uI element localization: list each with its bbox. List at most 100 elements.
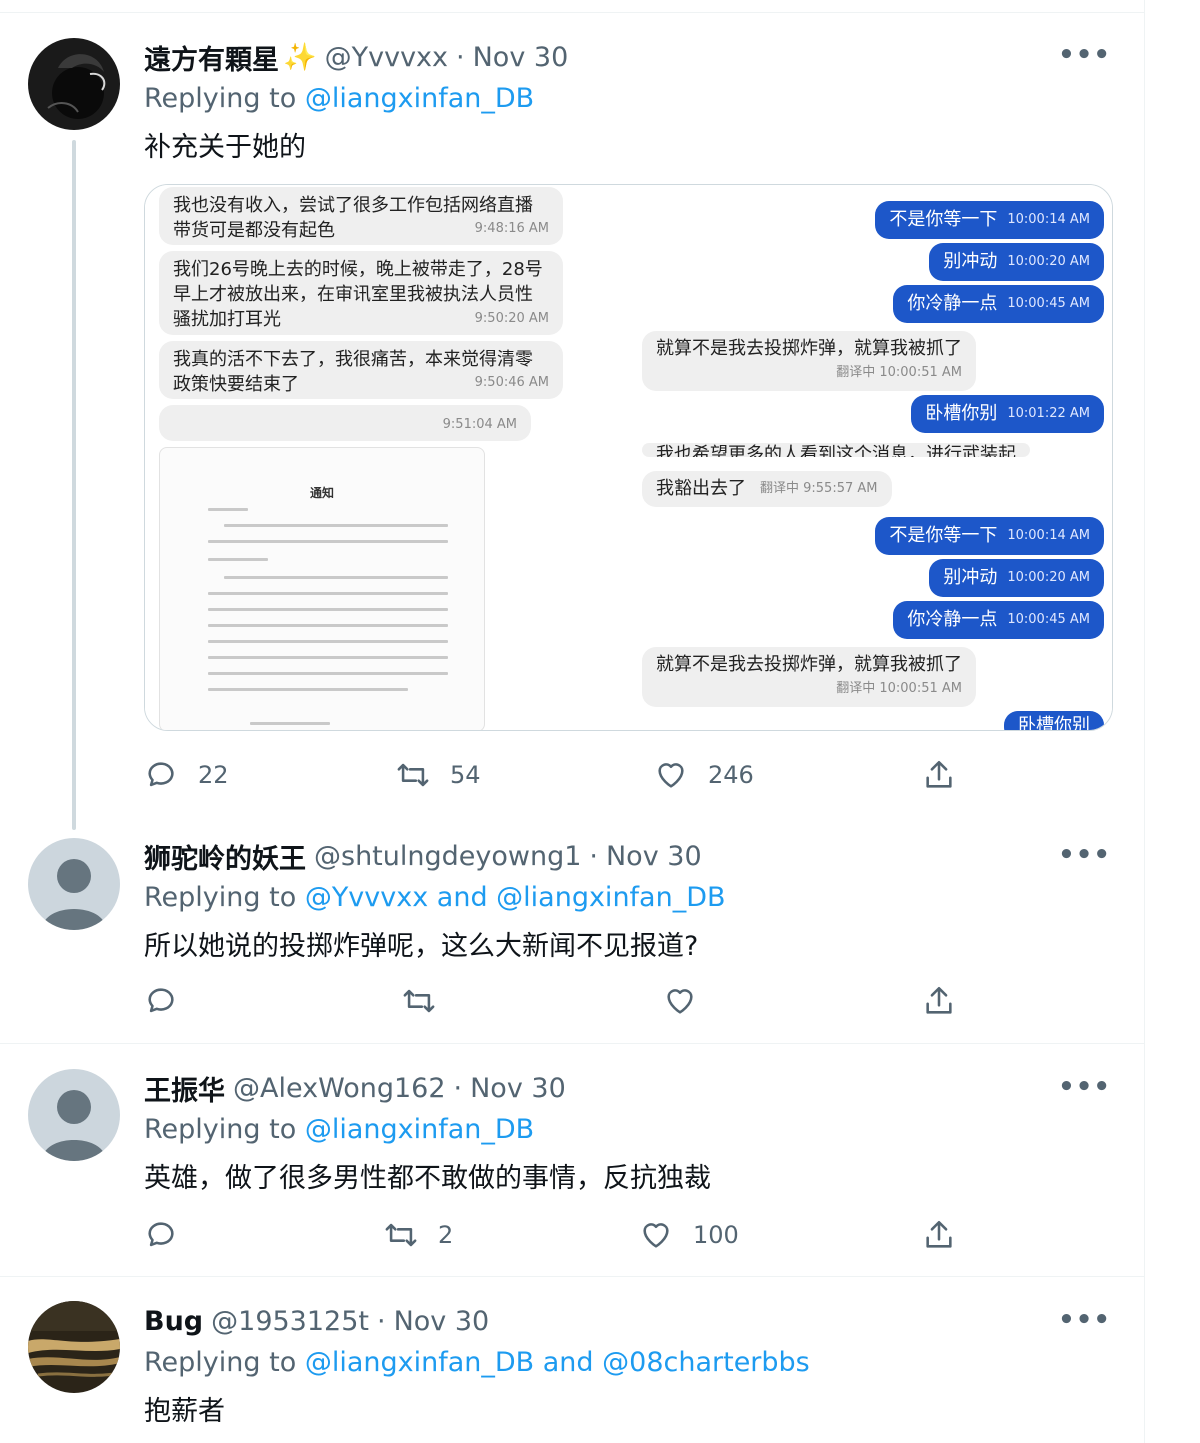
chat-text: 就算不是我去投掷炸弹，就算我被抓了	[656, 654, 962, 675]
chat-text: 你冷静一点	[907, 609, 998, 630]
like-button[interactable]: 100	[639, 1215, 739, 1255]
replying-to: Replying to @liangxinfan_DB	[144, 1114, 534, 1145]
user-handle[interactable]: @Yvvvxx	[325, 42, 448, 73]
tweet-actions: 2 100	[144, 1215, 964, 1255]
replying-to: Replying to @Yvvvxx and @liangxinfan_DB	[144, 882, 726, 913]
chat-time: 9:50:46 AM	[474, 375, 549, 390]
separator-dot: ·	[589, 840, 598, 872]
more-options-icon[interactable]: •••	[1058, 40, 1111, 70]
chat-time: 10:00:14 AM	[1007, 212, 1090, 227]
separator-dot: ·	[376, 1305, 386, 1337]
tweet-header: 遠方有顆星 ✨ @Yvvvxx · Nov 30	[144, 38, 569, 77]
share-icon	[926, 986, 952, 1014]
chat-message: 就算不是我去投掷炸弹，就算我被抓了 翻译中 10:00:51 AM	[642, 647, 976, 707]
reply-icon	[148, 1222, 174, 1247]
tweet-shtulngdeyowng1[interactable]: 狮驼岭的妖王 @shtulngdeyowng1 · Nov 30 ••• Rep…	[0, 830, 1145, 1043]
chat-text: 卧槽你别	[925, 403, 998, 424]
mention-link[interactable]: @liangxinfan_DB	[305, 1114, 534, 1145]
more-options-icon[interactable]: •••	[1058, 1305, 1111, 1335]
more-options-icon[interactable]: •••	[1058, 1072, 1111, 1102]
chat-message: 就算不是我去投掷炸弹，就算我被抓了 翻译中 10:00:51 AM	[642, 331, 976, 391]
like-icon	[667, 989, 693, 1014]
like-count: 246	[708, 761, 754, 789]
reply-icon	[148, 762, 174, 787]
display-name[interactable]: 狮驼岭的妖王	[144, 837, 306, 876]
replying-to: Replying to @liangxinfan_DB and @08chart…	[144, 1347, 810, 1378]
display-name[interactable]: 王振华	[144, 1069, 225, 1108]
chat-time: 9:50:20 AM	[474, 311, 549, 326]
tweet-1953125t[interactable]: Bug @1953125t · Nov 30 ••• Replying to @…	[0, 1277, 1145, 1443]
tweet-media-image[interactable]: 我也没有收入，尝试了很多工作包括网络直播 带货可是都没有起色 9:48:16 A…	[144, 184, 1113, 731]
retweet-button[interactable]: 54	[396, 755, 481, 795]
avatar[interactable]	[28, 838, 120, 930]
chat-text: 早上才被放出来，在审讯室里我被执法人员性	[173, 284, 533, 305]
reply-icon	[148, 988, 174, 1013]
display-name[interactable]: Bug	[144, 1306, 203, 1337]
chat-time: 10:00:20 AM	[1007, 254, 1090, 269]
chat-text: 别冲动	[943, 251, 998, 272]
chat-message: 我豁出去了 翻译中 9:55:57 AM	[642, 471, 892, 507]
share-button[interactable]	[922, 755, 956, 795]
tweet-actions: 22 54 246	[144, 755, 964, 795]
replying-to-label: Replying to	[144, 1347, 297, 1378]
tweet-alexwong162[interactable]: 王振华 @AlexWong162 · Nov 30 ••• Replying t…	[0, 1044, 1145, 1276]
chat-message: 我也没有收入，尝试了很多工作包括网络直播 带货可是都没有起色 9:48:16 A…	[159, 187, 563, 245]
reply-button[interactable]	[144, 981, 178, 1021]
thread-line	[72, 140, 76, 830]
mention-link[interactable]: @Yvvvxx and @liangxinfan_DB	[305, 882, 726, 913]
chat-screenshot-left: 我也没有收入，尝试了很多工作包括网络直播 带货可是都没有起色 9:48:16 A…	[145, 185, 615, 730]
replying-to-label: Replying to	[144, 83, 297, 114]
avatar[interactable]	[28, 1301, 120, 1393]
chat-time: 10:01:22 AM	[1007, 406, 1090, 421]
tweet-text: 抱薪者	[144, 1396, 225, 1427]
document-line	[208, 672, 448, 675]
avatar[interactable]	[28, 38, 120, 130]
like-icon	[658, 763, 684, 788]
reply-button[interactable]: 22	[144, 755, 229, 795]
document-line	[208, 608, 448, 611]
share-button[interactable]	[922, 981, 956, 1021]
avatar[interactable]	[28, 1069, 120, 1161]
chat-time: 翻译中 10:00:51 AM	[836, 365, 962, 380]
chat-text: 我真的活不下去了，我很痛苦，本来觉得清零	[173, 349, 533, 370]
chat-time: 翻译中 10:00:51 AM	[836, 681, 962, 696]
document-line	[208, 624, 448, 627]
retweet-count: 54	[450, 761, 481, 789]
document-line	[208, 640, 448, 643]
user-handle[interactable]: @AlexWong162	[233, 1073, 446, 1104]
retweet-icon	[385, 1223, 417, 1247]
chat-message-sent: 你冷静一点 10:00:45 AM	[893, 285, 1104, 323]
mention-link[interactable]: @liangxinfan_DB	[305, 83, 534, 114]
tweet-header: Bug @1953125t · Nov 30	[144, 1303, 489, 1339]
share-icon	[926, 1220, 952, 1248]
retweet-button[interactable]: 2	[384, 1215, 453, 1255]
like-button[interactable]: 246	[654, 755, 754, 795]
retweet-icon	[403, 989, 435, 1013]
like-button[interactable]	[663, 981, 697, 1021]
tweet-date[interactable]: Nov 30	[473, 42, 569, 73]
chat-time: 10:00:45 AM	[1007, 612, 1090, 627]
mention-link[interactable]: @liangxinfan_DB and @08charterbbs	[305, 1347, 810, 1378]
chat-text: 不是你等一下	[889, 525, 998, 546]
separator-dot: ·	[453, 1072, 463, 1104]
retweet-button[interactable]	[402, 981, 436, 1021]
reply-feed: 遠方有顆星 ✨ @Yvvvxx · Nov 30 ••• Replying to…	[0, 0, 1145, 1443]
separator-dot: ·	[456, 41, 465, 73]
reply-button[interactable]	[144, 1215, 178, 1255]
chat-message-sent: 别冲动 10:00:20 AM	[929, 243, 1104, 281]
user-handle[interactable]: @shtulngdeyowng1	[314, 841, 581, 872]
notice-document-image: 通知	[159, 447, 485, 730]
tweet-yvvvxx[interactable]: 遠方有顆星 ✨ @Yvvvxx · Nov 30 ••• Replying to…	[0, 0, 1145, 830]
tweet-date[interactable]: Nov 30	[470, 1073, 566, 1104]
display-name[interactable]: 遠方有顆星	[144, 38, 279, 77]
share-button[interactable]	[922, 1215, 956, 1255]
retweet-count: 2	[438, 1221, 454, 1249]
chat-message-sent: 别冲动 10:00:20 AM	[929, 559, 1104, 597]
chat-message-sent: 你冷静一点 10:00:45 AM	[893, 601, 1104, 639]
chat-text: 就算不是我去投掷炸弹，就算我被抓了	[656, 338, 962, 359]
tweet-date[interactable]: Nov 30	[606, 841, 702, 872]
more-options-icon[interactable]: •••	[1058, 840, 1111, 870]
share-icon	[926, 760, 952, 788]
user-handle[interactable]: @1953125t	[211, 1306, 369, 1337]
tweet-date[interactable]: Nov 30	[394, 1306, 490, 1337]
